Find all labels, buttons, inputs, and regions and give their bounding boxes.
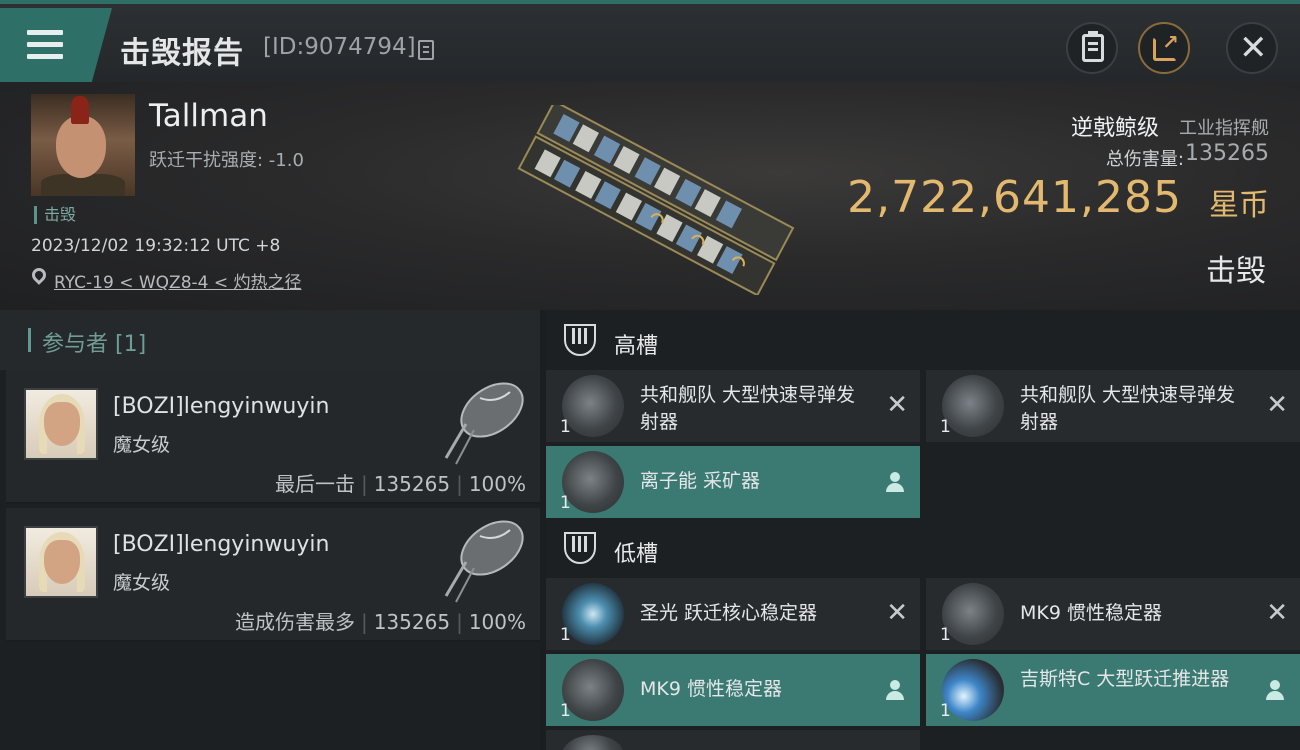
module-item[interactable]: 1 共和舰队 大型快速导弹发射器 ✕ [546,370,920,442]
victim-ship-class[interactable]: 逆戟鲸级 [1071,110,1159,142]
participants-header: 参与者 [1] [0,310,540,370]
module-name: MK9 惯性稳定器 [640,678,782,700]
module-item[interactable]: 1 共和舰队 大型快速导弹发射器 ✕ [926,370,1300,442]
attacker-stats: 造成伤害最多 | 135265 | 100% [234,610,526,634]
attacker-stats: 最后一击 | 135265 | 100% [274,472,526,496]
module-qty: 1 [940,701,951,721]
inertial-stabilizer-icon [942,583,1004,645]
attacker-avatar[interactable] [24,388,98,460]
module-qty: 1 [560,625,571,645]
victim-ship-image [517,105,795,295]
kill-status: 击毁 [1206,254,1266,289]
module-name: 吉斯特C 大型跃迁推进器 [1020,668,1230,690]
participant-row[interactable]: [BOZI]lengyinwuyin 魔女级 造成伤害最多 | 135265 | 100… [6,508,540,642]
kill-datetime: 2023/12/02 19:32:12 UTC +8 [31,236,281,256]
victim-name[interactable]: Tallman [149,98,268,134]
attacker-name: [BOZI]lengyinwuyin [113,532,330,557]
kill-location-link[interactable]: RYC-19 < WQZ8-4 < 灼热之径 [54,268,302,293]
module-item[interactable]: 1 离子能 采矿器 [546,446,920,518]
module-item-partial[interactable] [546,730,920,750]
module-name: 离子能 采矿器 [640,470,761,492]
high-slot-header: 高槽 [546,310,1300,370]
attacker-avatar[interactable] [24,526,98,598]
kill-tag: 击毁 [34,206,76,224]
participants-panel: 参与者 [1] [BOZI]lengyinwuyin 魔女级 最后一击 | 1352… [0,310,540,750]
page-title: 击毁报告 [120,36,244,71]
isk-unit: 星币 [1209,188,1269,223]
attacker-ship-image [444,382,524,465]
clipboard-icon [1082,31,1104,62]
module-qty: 1 [940,625,951,645]
module-qty: 1 [560,701,571,721]
microwarpdrive-icon [942,659,1004,721]
dropped-person-icon [886,472,904,492]
attacker-ship: 魔女级 [113,434,171,456]
share-icon [1153,30,1179,61]
dropped-person-icon [1266,680,1284,700]
module-qty: 1 [560,493,571,513]
participant-row[interactable]: [BOZI]lengyinwuyin 魔女级 最后一击 | 135265 | 100% [6,370,540,504]
module-item[interactable]: 1 MK9 惯性稳定器 [546,654,920,726]
module-name: 共和舰队 大型快速导弹发射器 [640,384,856,433]
module-name: 共和舰队 大型快速导弹发射器 [1020,384,1236,433]
high-slot-title: 高槽 [614,334,659,359]
isk-value: 2,722,641,285 [847,172,1182,223]
copy-icon[interactable] [418,40,434,60]
low-slot-header: 低槽 [546,518,1300,578]
total-damage-value: 135265 [1185,141,1269,166]
attacker-percent: 100% [468,472,526,496]
attacker-ship: 魔女级 [113,572,171,594]
missile-launcher-icon [562,375,624,437]
attacker-role: 最后一击 [274,472,355,496]
missile-launcher-icon [942,375,1004,437]
destroyed-icon: ✕ [886,598,908,628]
module-item[interactable]: 1 圣光 跃迁核心稳定器 ✕ [546,578,920,650]
module-qty: 1 [560,417,571,437]
module-icon [562,735,624,750]
destroyed-icon: ✕ [886,390,908,420]
participants-title: 参与者 [1] [42,332,147,357]
destroyed-icon: ✕ [1266,390,1288,420]
attacker-role: 造成伤害最多 [234,610,355,634]
attacker-percent: 100% [468,610,526,634]
attacker-damage: 135265 [373,610,451,634]
victim-ship-group: 工业指挥舰 [1179,118,1269,139]
module-name: 圣光 跃迁核心稳定器 [640,602,818,624]
scramble-strength: 跃迁干扰强度: -1.0 [149,150,304,171]
close-button[interactable]: ✕ [1226,22,1278,74]
module-qty: 1 [940,417,951,437]
module-name: MK9 惯性稳定器 [1020,602,1162,624]
clipboard-button[interactable] [1066,22,1118,74]
kill-id: [ID:9074794] [263,34,416,60]
close-icon: ✕ [1239,28,1268,68]
attacker-damage: 135265 [373,472,451,496]
mining-laser-icon [562,451,624,513]
menu-button[interactable] [0,8,112,82]
low-slot-icon [564,532,596,564]
top-bar: 击毁报告 [ID:9074794] ✕ [0,0,1300,82]
dropped-person-icon [886,680,904,700]
share-button[interactable] [1138,22,1190,74]
menu-icon [27,30,63,60]
warp-core-stabilizer-icon [562,583,624,645]
attacker-ship-image [444,520,524,603]
victim-avatar[interactable] [31,94,135,196]
high-slot-icon [564,324,596,356]
module-item[interactable]: 1 吉斯特C 大型跃迁推进器 [926,654,1300,726]
low-slot-title: 低槽 [614,542,659,567]
inertial-stabilizer-icon [562,659,624,721]
attacker-name: [BOZI]lengyinwuyin [113,394,330,419]
total-damage-label: 总伤害量: [1105,149,1184,170]
module-item[interactable]: 1 MK9 惯性稳定器 ✕ [926,578,1300,650]
destroyed-icon: ✕ [1266,598,1288,628]
fitting-panel: 高槽 1 共和舰队 大型快速导弹发射器 ✕ 1 共和舰队 大型快速导弹发射器 ✕… [546,310,1300,750]
